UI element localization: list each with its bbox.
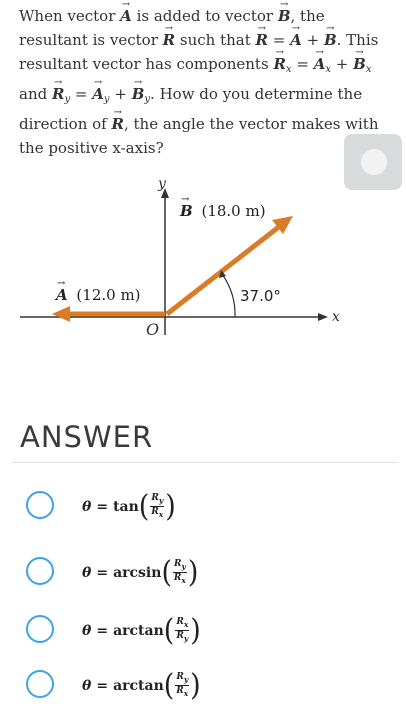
vector-a-arrow-mark: → [57,278,66,289]
formula-option-2: θ = arcsin ( Ry Rx ) [82,555,199,590]
answer-heading: ANSWER [20,420,154,454]
origin-label: O [146,320,159,339]
vector-b-arrow-mark: → [181,194,190,205]
angle-arc [221,273,236,318]
answer-option-3[interactable]: θ = arctan ( Rx Ry ) [26,611,366,651]
vector-diagram: y x O A (12.0 m) → B (18.0 m) → 37.0° [20,176,340,339]
vector-a-label: A (12.0 m) [54,286,141,304]
x-axis-arrowhead [318,313,328,321]
radio-button-option-2[interactable] [26,557,54,585]
formula-option-3: θ = arctan ( Rx Ry ) [82,613,201,648]
radio-button-option-4[interactable] [26,670,54,698]
formula-option-1: θ = tan ( Ry Rx ) [82,489,176,524]
x-axis-label: x [332,309,340,325]
divider [12,462,398,463]
angle-label: 37.0° [240,287,281,305]
vector-b-label: B (18.0 m) [179,202,266,220]
question-text: When vector A is added to vector B, the … [19,0,391,160]
answer-option-4[interactable]: θ = arctan ( Ry Rx ) [26,666,366,706]
answer-option-2[interactable]: θ = arcsin ( Ry Rx ) [26,553,366,593]
y-axis-label: y [157,176,167,192]
formula-option-4: θ = arctan ( Ry Rx ) [82,668,201,703]
vector-a-arrowhead [52,306,70,322]
answer-option-1[interactable]: θ = tan ( Ry Rx ) [26,487,366,527]
radio-button-option-3[interactable] [26,615,54,643]
radio-button-option-1[interactable] [26,491,54,519]
